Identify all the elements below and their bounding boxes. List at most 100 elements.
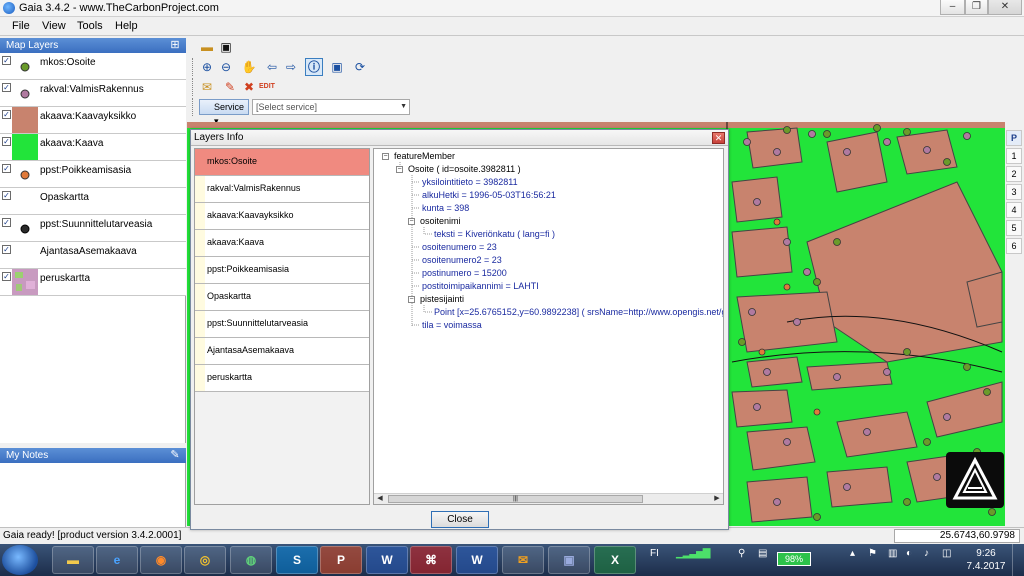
internet-explorer-icon[interactable]: e: [96, 546, 138, 574]
excel-icon[interactable]: X: [594, 546, 636, 574]
layer-checkbox[interactable]: ✓: [2, 83, 11, 92]
dialog-close-icon[interactable]: ✕: [712, 132, 725, 144]
layer-checkbox[interactable]: ✓: [2, 56, 11, 65]
network-tray-icon[interactable]: ◫: [942, 548, 951, 559]
acrobat-icon[interactable]: ⌘: [410, 546, 452, 574]
restore-button[interactable]: ❐: [965, 0, 988, 15]
page-tab-5[interactable]: 5: [1006, 220, 1022, 236]
outlook-icon[interactable]: ✉: [502, 546, 544, 574]
refresh-icon[interactable]: ⟳: [351, 58, 369, 76]
layer-checkbox[interactable]: ✓: [2, 110, 11, 119]
edit-text-icon[interactable]: EDIT: [258, 78, 276, 96]
tree-node-feature[interactable]: Osoite ( id=osoite.3982811 ): [408, 164, 521, 174]
notes-folder-icon[interactable]: ✉: [198, 78, 216, 96]
scroll-right-icon[interactable]: ▶: [712, 494, 722, 504]
layer-checkbox[interactable]: ✓: [2, 164, 11, 173]
horizontal-scrollbar[interactable]: ◀ ||| ▶: [374, 493, 723, 504]
dialog-layer-item[interactable]: rakval:ValmisRakennus: [195, 176, 369, 203]
system-clock[interactable]: 9:26 7.4.2017: [964, 547, 1008, 573]
open-folder-icon[interactable]: ▬: [198, 38, 216, 56]
tree-node-root[interactable]: featureMember: [394, 151, 455, 161]
file-explorer-icon[interactable]: ▬: [52, 546, 94, 574]
network-signal-icon[interactable]: ▁▂▃▅▇: [676, 548, 710, 559]
layer-checkbox[interactable]: ✓: [2, 272, 11, 281]
dialog-layer-item[interactable]: AjantasaAsemakaava: [195, 338, 369, 365]
back-arrow-icon[interactable]: ⇦: [263, 58, 281, 76]
gaia-taskbar-icon[interactable]: ◍: [230, 546, 272, 574]
tree-node-value[interactable]: tila = voimassa: [422, 320, 482, 330]
word-icon[interactable]: W: [366, 546, 408, 574]
dialog-close-button[interactable]: Close: [431, 511, 489, 528]
layer-row[interactable]: ✓ ppst:Suunnittelutarveasia: [0, 215, 186, 242]
info-tool-icon[interactable]: ⓘ: [305, 58, 323, 76]
layer-checkbox[interactable]: ✓: [2, 218, 11, 227]
scroll-left-icon[interactable]: ◀: [375, 494, 385, 504]
tree-node-value[interactable]: osoitenumero = 23: [422, 242, 497, 252]
scroll-thumb[interactable]: |||: [388, 495, 643, 503]
page-tab-3[interactable]: 3: [1006, 184, 1022, 200]
powerpoint-icon[interactable]: P: [320, 546, 362, 574]
layer-row[interactable]: ✓ AjantasaAsemakaava: [0, 242, 186, 269]
layer-row[interactable]: ✓ rakval:ValmisRakennus: [0, 80, 186, 107]
collapse-toggle[interactable]: −: [382, 153, 389, 160]
tree-node-value[interactable]: postitoimipaikannimi = LAHTI: [422, 281, 539, 291]
chrome-icon[interactable]: ◎: [184, 546, 226, 574]
tray-app-icon[interactable]: ◐: [906, 548, 912, 559]
service-button[interactable]: Service ▾: [199, 99, 249, 126]
tree-node-value[interactable]: yksilointitieto = 3982811: [422, 177, 518, 187]
page-tab-2[interactable]: 2: [1006, 166, 1022, 182]
collapse-toggle[interactable]: −: [408, 296, 415, 303]
add-note-icon[interactable]: ✎: [168, 449, 182, 461]
page-tab-p[interactable]: P: [1006, 130, 1022, 146]
zoom-out-icon[interactable]: ⊖: [217, 58, 235, 76]
dialog-layer-item[interactable]: Opaskartta: [195, 284, 369, 311]
start-button-icon[interactable]: [2, 545, 38, 575]
dialog-layer-item[interactable]: akaava:Kaava: [195, 230, 369, 257]
page-tab-4[interactable]: 4: [1006, 202, 1022, 218]
tree-node-value[interactable]: postinumero = 15200: [422, 268, 507, 278]
speaker-icon[interactable]: ♪: [924, 548, 929, 559]
layer-checkbox[interactable]: ✓: [2, 191, 11, 200]
zoom-extent-icon[interactable]: ▣: [328, 58, 346, 76]
language-indicator[interactable]: FI: [650, 548, 659, 559]
collapse-toggle[interactable]: −: [408, 218, 415, 225]
edit-pencil-icon[interactable]: ✎: [221, 78, 239, 96]
tree-node-value[interactable]: kunta = 398: [422, 203, 469, 213]
collapse-toggle[interactable]: −: [396, 166, 403, 173]
page-tab-1[interactable]: 1: [1006, 148, 1022, 164]
tree-node-value[interactable]: osoitenumero2 = 23: [422, 255, 502, 265]
tree-node-value[interactable]: Point [x=25.6765152,y=60.9892238] ( srsN…: [434, 307, 723, 317]
dialog-layer-item[interactable]: peruskartta: [195, 365, 369, 392]
layer-checkbox[interactable]: ✓: [2, 137, 11, 146]
wifi-icon[interactable]: ⚲: [738, 548, 745, 559]
menu-view[interactable]: View: [42, 20, 66, 32]
firefox-icon[interactable]: ◉: [140, 546, 182, 574]
tray-arrow-icon[interactable]: ▴: [850, 548, 855, 559]
layer-row[interactable]: ✓ ppst:Poikkeamisasia: [0, 161, 186, 188]
menu-help[interactable]: Help: [115, 20, 138, 32]
tray-app-icon[interactable]: ⚑: [868, 548, 877, 559]
tray-app-icon[interactable]: ▥: [888, 548, 897, 559]
service-select[interactable]: [Select service] ▼: [252, 99, 410, 115]
delete-edit-icon[interactable]: ✖: [240, 78, 258, 96]
my-notes-area[interactable]: [0, 463, 186, 527]
pan-hand-icon[interactable]: ✋: [240, 58, 258, 76]
add-layer-icon[interactable]: ⊞: [168, 39, 182, 51]
layer-row[interactable]: ✓ akaava:Kaavayksikko: [0, 107, 186, 134]
layer-row[interactable]: ✓ peruskartta: [0, 269, 186, 296]
show-desktop-button[interactable]: [1012, 544, 1022, 576]
tray-device-icon[interactable]: ▤: [758, 548, 767, 559]
battery-indicator[interactable]: 98%: [777, 552, 811, 566]
dialog-layer-item[interactable]: akaava:Kaavayksikko: [195, 203, 369, 230]
dialog-layer-item[interactable]: ppst:Suunnittelutarveasia: [195, 311, 369, 338]
save-icon[interactable]: ▣: [217, 38, 235, 56]
page-tab-6[interactable]: 6: [1006, 238, 1022, 254]
forward-arrow-icon[interactable]: ⇨: [282, 58, 300, 76]
tree-node-group[interactable]: osoitenimi: [420, 216, 461, 226]
menu-tools[interactable]: Tools: [77, 20, 103, 32]
dialog-layer-item[interactable]: ppst:Poikkeamisasia: [195, 257, 369, 284]
feature-info-tree[interactable]: − featureMember − Osoite ( id=osoite.398…: [373, 148, 724, 505]
dialog-layer-item[interactable]: mkos:Osoite: [195, 149, 369, 176]
tree-node-value[interactable]: teksti = Kiveriönkatu ( lang=fi ): [434, 229, 555, 239]
close-window-button[interactable]: ✕: [988, 0, 1022, 15]
